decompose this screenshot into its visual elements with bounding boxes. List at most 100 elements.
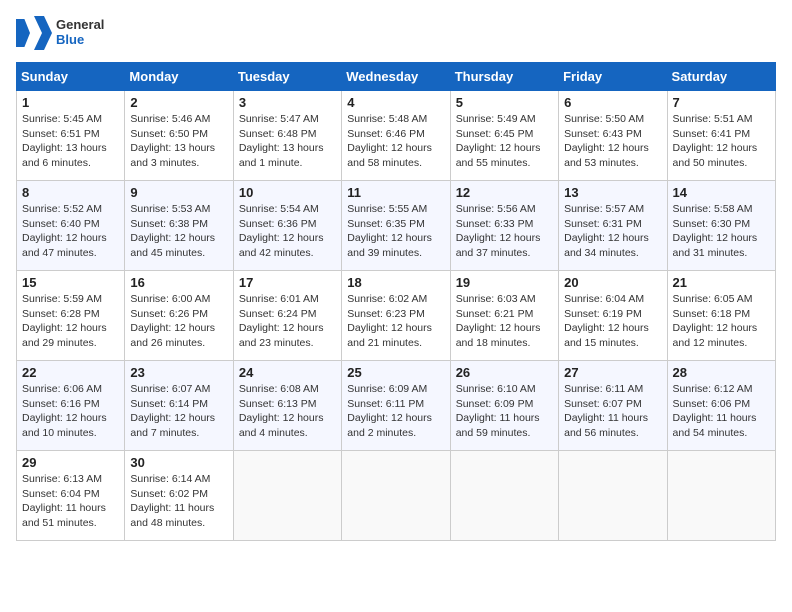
calendar-cell — [559, 451, 667, 541]
calendar-cell: 14 Sunrise: 5:58 AMSunset: 6:30 PMDayligh… — [667, 181, 775, 271]
day-number: 13 — [564, 185, 661, 200]
day-number: 10 — [239, 185, 336, 200]
day-detail: Sunrise: 6:12 AMSunset: 6:06 PMDaylight:… — [673, 382, 770, 441]
calendar-cell: 1Sunrise: 5:45 AMSunset: 6:51 PMDaylight… — [17, 91, 125, 181]
calendar-cell: 15 Sunrise: 5:59 AMSunset: 6:28 PMDayligh… — [17, 271, 125, 361]
day-number: 25 — [347, 365, 444, 380]
day-detail: Sunrise: 5:49 AMSunset: 6:45 PMDaylight:… — [456, 112, 553, 171]
day-number: 4 — [347, 95, 444, 110]
calendar-cell: 30Sunrise: 6:14 AMSunset: 6:02 PMDayligh… — [125, 451, 233, 541]
calendar-cell: 21Sunrise: 6:05 AMSunset: 6:18 PMDayligh… — [667, 271, 775, 361]
day-detail: Sunrise: 5:51 AMSunset: 6:41 PMDaylight:… — [673, 112, 770, 171]
day-detail: Sunrise: 6:02 AMSunset: 6:23 PMDaylight:… — [347, 292, 444, 351]
day-number: 16 — [130, 275, 227, 290]
calendar-week-2: 8 Sunrise: 5:52 AMSunset: 6:40 PMDaylight… — [17, 181, 776, 271]
day-detail: Sunrise: 6:03 AMSunset: 6:21 PMDaylight:… — [456, 292, 553, 351]
calendar-cell: 8 Sunrise: 5:52 AMSunset: 6:40 PMDaylight… — [17, 181, 125, 271]
weekday-header-wednesday: Wednesday — [342, 63, 450, 91]
weekday-header-friday: Friday — [559, 63, 667, 91]
weekday-header-thursday: Thursday — [450, 63, 558, 91]
day-detail: Sunrise: 5:57 AMSunset: 6:31 PMDaylight:… — [564, 202, 661, 261]
day-detail: Sunrise: 5:59 AMSunset: 6:28 PMDaylight:… — [22, 292, 119, 351]
calendar-cell: 6 Sunrise: 5:50 AMSunset: 6:43 PMDaylight… — [559, 91, 667, 181]
calendar-week-3: 15 Sunrise: 5:59 AMSunset: 6:28 PMDayligh… — [17, 271, 776, 361]
weekday-header-saturday: Saturday — [667, 63, 775, 91]
calendar-table: SundayMondayTuesdayWednesdayThursdayFrid… — [16, 62, 776, 541]
day-number: 2 — [130, 95, 227, 110]
weekday-header-tuesday: Tuesday — [233, 63, 341, 91]
calendar-cell — [342, 451, 450, 541]
calendar-cell: 3Sunrise: 5:47 AMSunset: 6:48 PMDaylight… — [233, 91, 341, 181]
calendar-cell: 28 Sunrise: 6:12 AMSunset: 6:06 PMDayligh… — [667, 361, 775, 451]
calendar-cell: 2Sunrise: 5:46 AMSunset: 6:50 PMDaylight… — [125, 91, 233, 181]
day-detail: Sunrise: 5:58 AMSunset: 6:30 PMDaylight:… — [673, 202, 770, 261]
day-detail: Sunrise: 6:06 AMSunset: 6:16 PMDaylight:… — [22, 382, 119, 441]
day-detail: Sunrise: 6:14 AMSunset: 6:02 PMDaylight:… — [130, 472, 227, 531]
calendar-header: SundayMondayTuesdayWednesdayThursdayFrid… — [17, 63, 776, 91]
calendar-cell: 13 Sunrise: 5:57 AMSunset: 6:31 PMDayligh… — [559, 181, 667, 271]
day-number: 1 — [22, 95, 119, 110]
calendar-cell: 19 Sunrise: 6:03 AMSunset: 6:21 PMDayligh… — [450, 271, 558, 361]
day-number: 18 — [347, 275, 444, 290]
day-detail: Sunrise: 6:10 AMSunset: 6:09 PMDaylight:… — [456, 382, 553, 441]
day-number: 19 — [456, 275, 553, 290]
day-number: 22 — [22, 365, 119, 380]
day-number: 26 — [456, 365, 553, 380]
day-detail: Sunrise: 5:53 AMSunset: 6:38 PMDaylight:… — [130, 202, 227, 261]
day-number: 28 — [673, 365, 770, 380]
calendar-cell: 17Sunrise: 6:01 AMSunset: 6:24 PMDayligh… — [233, 271, 341, 361]
calendar-cell: 27 Sunrise: 6:11 AMSunset: 6:07 PMDayligh… — [559, 361, 667, 451]
day-detail: Sunrise: 6:04 AMSunset: 6:19 PMDaylight:… — [564, 292, 661, 351]
day-number: 6 — [564, 95, 661, 110]
day-detail: Sunrise: 6:00 AMSunset: 6:26 PMDaylight:… — [130, 292, 227, 351]
day-detail: Sunrise: 6:05 AMSunset: 6:18 PMDaylight:… — [673, 292, 770, 351]
logo: General Blue — [16, 16, 104, 50]
day-detail: Sunrise: 5:50 AMSunset: 6:43 PMDaylight:… — [564, 112, 661, 171]
calendar-cell: 18 Sunrise: 6:02 AMSunset: 6:23 PMDayligh… — [342, 271, 450, 361]
calendar-cell — [667, 451, 775, 541]
page-header: General Blue — [16, 16, 776, 50]
day-detail: Sunrise: 6:13 AMSunset: 6:04 PMDaylight:… — [22, 472, 119, 531]
calendar-cell: 10 Sunrise: 5:54 AMSunset: 6:36 PMDayligh… — [233, 181, 341, 271]
calendar-week-5: 29Sunrise: 6:13 AMSunset: 6:04 PMDayligh… — [17, 451, 776, 541]
day-number: 7 — [673, 95, 770, 110]
logo-blue-text: Blue — [56, 33, 104, 48]
calendar-cell: 22 Sunrise: 6:06 AMSunset: 6:16 PMDayligh… — [17, 361, 125, 451]
day-number: 15 — [22, 275, 119, 290]
day-number: 17 — [239, 275, 336, 290]
day-detail: Sunrise: 5:52 AMSunset: 6:40 PMDaylight:… — [22, 202, 119, 261]
calendar-cell: 29Sunrise: 6:13 AMSunset: 6:04 PMDayligh… — [17, 451, 125, 541]
day-detail: Sunrise: 6:09 AMSunset: 6:11 PMDaylight:… — [347, 382, 444, 441]
day-number: 20 — [564, 275, 661, 290]
day-number: 5 — [456, 95, 553, 110]
day-number: 9 — [130, 185, 227, 200]
calendar-cell: 11Sunrise: 5:55 AMSunset: 6:35 PMDayligh… — [342, 181, 450, 271]
day-number: 11 — [347, 185, 444, 200]
day-number: 27 — [564, 365, 661, 380]
day-detail: Sunrise: 5:48 AMSunset: 6:46 PMDaylight:… — [347, 112, 444, 171]
day-detail: Sunrise: 5:56 AMSunset: 6:33 PMDaylight:… — [456, 202, 553, 261]
day-number: 8 — [22, 185, 119, 200]
day-number: 24 — [239, 365, 336, 380]
calendar-cell: 16 Sunrise: 6:00 AMSunset: 6:26 PMDayligh… — [125, 271, 233, 361]
logo-general-text: General — [56, 18, 104, 33]
calendar-week-4: 22 Sunrise: 6:06 AMSunset: 6:16 PMDayligh… — [17, 361, 776, 451]
day-detail: Sunrise: 6:08 AMSunset: 6:13 PMDaylight:… — [239, 382, 336, 441]
weekday-header-monday: Monday — [125, 63, 233, 91]
calendar-cell: 20 Sunrise: 6:04 AMSunset: 6:19 PMDayligh… — [559, 271, 667, 361]
calendar-cell: 23Sunrise: 6:07 AMSunset: 6:14 PMDayligh… — [125, 361, 233, 451]
calendar-cell: 5 Sunrise: 5:49 AMSunset: 6:45 PMDaylight… — [450, 91, 558, 181]
calendar-cell: 26 Sunrise: 6:10 AMSunset: 6:09 PMDayligh… — [450, 361, 558, 451]
day-number: 12 — [456, 185, 553, 200]
day-detail: Sunrise: 6:07 AMSunset: 6:14 PMDaylight:… — [130, 382, 227, 441]
day-detail: Sunrise: 5:54 AMSunset: 6:36 PMDaylight:… — [239, 202, 336, 261]
day-detail: Sunrise: 5:47 AMSunset: 6:48 PMDaylight:… — [239, 112, 336, 171]
calendar-cell — [233, 451, 341, 541]
weekday-header-sunday: Sunday — [17, 63, 125, 91]
day-number: 14 — [673, 185, 770, 200]
day-detail: Sunrise: 6:11 AMSunset: 6:07 PMDaylight:… — [564, 382, 661, 441]
calendar-cell: 24 Sunrise: 6:08 AMSunset: 6:13 PMDayligh… — [233, 361, 341, 451]
logo-arrow-icon — [34, 16, 52, 50]
calendar-cell: 7 Sunrise: 5:51 AMSunset: 6:41 PMDaylight… — [667, 91, 775, 181]
calendar-cell: 4 Sunrise: 5:48 AMSunset: 6:46 PMDaylight… — [342, 91, 450, 181]
